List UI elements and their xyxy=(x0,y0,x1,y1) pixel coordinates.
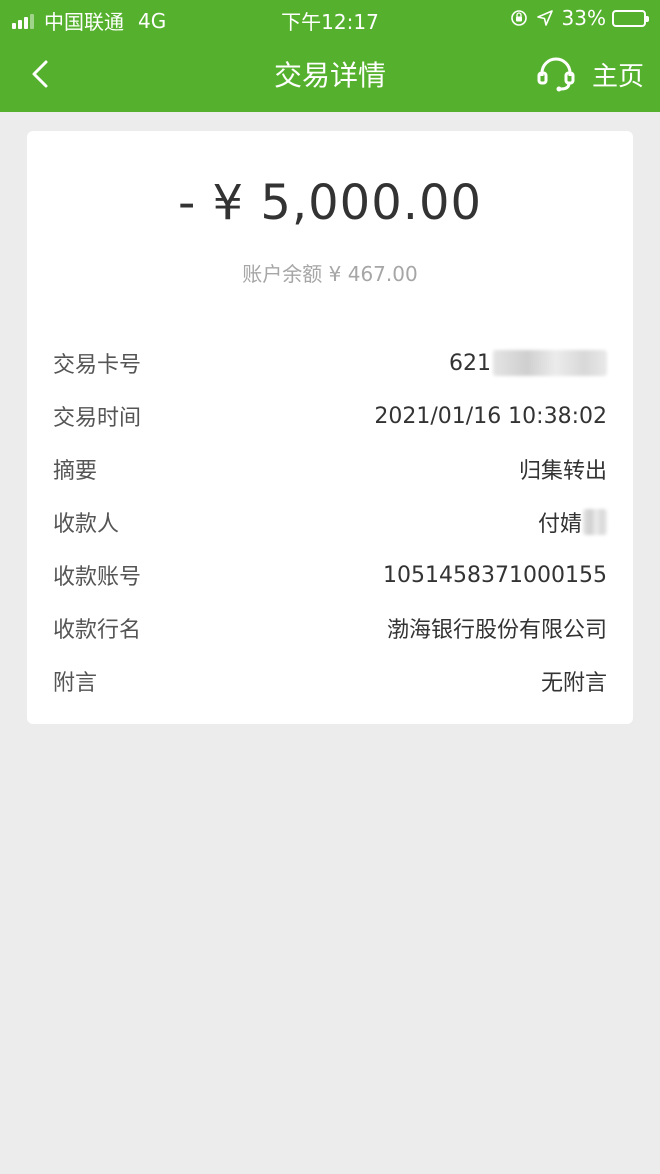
detail-value: 付婧 xyxy=(537,512,582,537)
redacted-mask xyxy=(493,350,607,376)
detail-row-payee: 收款人 付婧 xyxy=(53,502,607,542)
detail-value: 1051458371000155 xyxy=(383,562,607,588)
detail-row-payee-bank: 收款行名 渤海银行股份有限公司 xyxy=(53,608,607,648)
detail-value: 2021/01/16 10:38:02 xyxy=(374,403,607,429)
detail-label: 摘要 xyxy=(53,459,98,484)
status-bar: 中国联通 4G 下午12:17 33% xyxy=(0,0,660,36)
detail-row-note: 附言 无附言 xyxy=(53,661,607,701)
app-header: 中国联通 4G 下午12:17 33% 交易详情 主页 xyxy=(0,0,660,112)
transaction-amount: - ¥ 5,000.00 xyxy=(177,175,483,231)
redacted-mask xyxy=(583,509,607,535)
detail-row-time: 交易时间 2021/01/16 10:38:02 xyxy=(53,396,607,436)
detail-label: 收款人 xyxy=(53,512,120,537)
battery-percent: 33% xyxy=(561,6,606,30)
detail-value: 无附言 xyxy=(540,671,607,696)
detail-row-payee-account: 收款账号 1051458371000155 xyxy=(53,555,607,595)
detail-label: 交易卡号 xyxy=(53,353,142,378)
home-button[interactable]: 主页 xyxy=(592,56,644,93)
detail-label: 交易时间 xyxy=(53,406,142,431)
detail-label: 收款行名 xyxy=(53,618,142,643)
detail-value: 归集转出 xyxy=(518,459,607,484)
detail-row-card-number: 交易卡号 621 xyxy=(53,343,607,383)
location-arrow-icon xyxy=(536,9,554,27)
transaction-detail-card: - ¥ 5,000.00 账户余额 ¥ 467.00 交易卡号 621 交易时间… xyxy=(27,131,633,724)
headset-icon[interactable] xyxy=(536,54,576,94)
detail-value: 621 xyxy=(449,350,491,376)
detail-value: 渤海银行股份有限公司 xyxy=(386,618,607,643)
navigation-bar: 交易详情 主页 xyxy=(0,36,660,112)
detail-label: 收款账号 xyxy=(53,565,142,590)
orientation-lock-icon xyxy=(510,9,528,27)
battery-icon xyxy=(612,9,649,27)
detail-label: 附言 xyxy=(53,671,98,696)
detail-row-summary: 摘要 归集转出 xyxy=(53,449,607,489)
account-balance: 账户余额 ¥ 467.00 xyxy=(242,262,418,286)
